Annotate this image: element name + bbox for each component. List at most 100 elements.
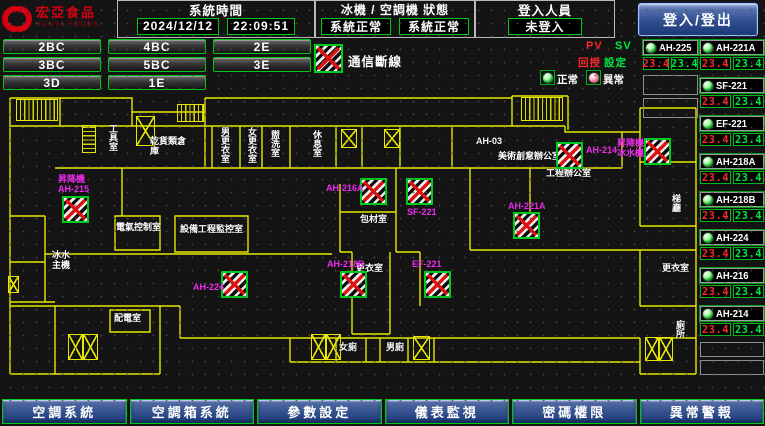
floor-button-1e[interactable]: 1E: [108, 75, 206, 90]
unit-sv-value: 23.4: [733, 133, 764, 146]
unit-pv-value: 23.4: [700, 95, 731, 108]
sv-column-header: SV: [615, 40, 632, 52]
shaft-x-icon: [68, 334, 83, 360]
floor-button-5bc[interactable]: 5BC: [108, 57, 206, 72]
comm-fail-icon[interactable]: [360, 178, 387, 205]
shaft-x-icon: [83, 334, 98, 360]
unit-ah-218b[interactable]: AH-218B: [700, 192, 764, 207]
shaft-x-icon: [413, 336, 430, 360]
room-label: 女更衣室: [247, 127, 256, 163]
brand-name-en: HUNYA FOODS: [36, 19, 99, 31]
comm-fail-icon[interactable]: [556, 142, 583, 169]
normal-led-legend: [540, 70, 555, 85]
unit-ah-225[interactable]: AH-225: [643, 40, 698, 55]
room-label: 男廁: [386, 342, 404, 352]
top-bar: 宏亞食品 HUNYA FOODS 系統時間 2024/12/12 22:09:5…: [0, 0, 765, 38]
comm-fail-icon[interactable]: [340, 271, 367, 298]
floor-button-2bc[interactable]: 2BC: [3, 39, 101, 54]
room-label: AH-03: [476, 136, 502, 146]
red-x-icon: [426, 273, 449, 296]
red-x-icon: [342, 273, 365, 296]
unit-sv-value: 23.4: [733, 323, 764, 336]
unit-ah-216[interactable]: AH-216: [700, 268, 764, 283]
unit-ah-224[interactable]: AH-224: [700, 230, 764, 245]
comm-fail-icon[interactable]: [424, 271, 451, 298]
nav-button[interactable]: 空調系統: [2, 399, 127, 424]
shaft-x-icon: [341, 129, 357, 148]
comm-fail-legend-icon: [314, 44, 343, 73]
red-x-icon: [362, 180, 385, 203]
login-logout-button[interactable]: 登入/登出: [638, 3, 758, 36]
login-section: 登入人員 未登入: [475, 0, 615, 38]
unit-name-label: AH-221A: [716, 42, 755, 54]
unit-led-icon: [702, 156, 714, 168]
abnormal-led-legend: [586, 70, 601, 85]
setpoint-column-header: 設定: [604, 55, 627, 70]
equipment-tag: AH-218B: [327, 260, 365, 270]
pink-led-icon: [588, 72, 600, 84]
nav-button[interactable]: 儀表監視: [385, 399, 510, 424]
room-label: 工具室: [108, 124, 117, 151]
room-label: 廁所: [675, 320, 684, 338]
unit-pv-value: 23.4: [700, 57, 731, 70]
login-user-value: 未登入: [508, 18, 582, 35]
shaft-x-icon: [659, 337, 673, 361]
green-led-icon: [542, 72, 554, 84]
room-label: 男更衣室: [220, 127, 229, 163]
equipment-tag: 昇降機冰水機: [617, 139, 644, 158]
unit-pv-value: 23.4: [700, 247, 731, 260]
equipment-tag: AH-214: [586, 146, 617, 156]
comm-fail-icon[interactable]: [513, 212, 540, 239]
spare-panel: [700, 360, 764, 375]
shaft-symbol: [341, 129, 357, 148]
stair-icon: [177, 104, 204, 122]
unit-pv-value: 23.4: [700, 209, 731, 222]
bottom-nav-bar: 空調系統空調箱系統參數設定儀表監視密碼權限異常警報: [2, 399, 764, 424]
unit-sf-221[interactable]: SF-221: [700, 78, 764, 93]
comm-fail-icon[interactable]: [644, 138, 671, 165]
unit-pv-value: 23.4: [700, 285, 731, 298]
unit-pv-value: 23.4: [643, 57, 669, 70]
shaft-symbol: [645, 337, 673, 361]
nav-button[interactable]: 參數設定: [257, 399, 382, 424]
floor-button-3bc[interactable]: 3BC: [3, 57, 101, 72]
equipment-tag: AH-224: [193, 283, 224, 293]
comm-fail-icon[interactable]: [62, 196, 89, 223]
red-x-icon: [316, 46, 341, 71]
nav-button[interactable]: 密碼權限: [512, 399, 637, 424]
system-time-section: 系統時間 2024/12/12 22:09:51: [117, 0, 315, 38]
unit-sv-value: 23.4: [733, 57, 764, 70]
chiller-status-value: 系統正常: [321, 18, 391, 35]
hmi-screen: { "header": { "brand": "宏亞食品", "brand_en…: [0, 0, 765, 426]
abnormal-legend-label: 異常: [603, 72, 624, 87]
login-person-label: 登入人員: [476, 1, 614, 17]
equipment-tag: EF-221: [412, 260, 442, 270]
unit-ah-218a[interactable]: AH-218A: [700, 154, 764, 169]
comm-fail-icon[interactable]: [221, 271, 248, 298]
shaft-symbol: [8, 276, 19, 293]
nav-button[interactable]: 空調箱系統: [130, 399, 255, 424]
room-label: 更衣室: [662, 263, 689, 273]
unit-name-label: SF-221: [716, 80, 747, 92]
floor-button-3e[interactable]: 3E: [213, 57, 311, 72]
shaft-x-icon: [311, 334, 326, 360]
spare-panel: [643, 75, 698, 95]
red-x-icon: [646, 140, 669, 163]
unit-ah-221a[interactable]: AH-221A: [700, 40, 764, 55]
feedback-column-header: 回授: [578, 55, 601, 70]
pv-column-header: PV: [586, 40, 603, 52]
comm-fail-icon[interactable]: [406, 178, 433, 205]
unit-led-icon: [702, 80, 714, 92]
floor-button-2e[interactable]: 2E: [213, 39, 311, 54]
floor-button-3d[interactable]: 3D: [3, 75, 101, 90]
system-date-value: 2024/12/12: [137, 18, 219, 35]
unit-ef-221[interactable]: EF-221: [700, 116, 764, 131]
spare-panel: [643, 98, 698, 118]
unit-ah-214[interactable]: AH-214: [700, 306, 764, 321]
shaft-symbol: [384, 129, 400, 148]
floor-button-4bc[interactable]: 4BC: [108, 39, 206, 54]
unit-led-icon: [702, 270, 714, 282]
red-x-icon: [515, 214, 538, 237]
nav-button[interactable]: 異常警報: [640, 399, 765, 424]
machine-status-section: 冰機 / 空調機 狀態 系統正常 系統正常: [315, 0, 475, 38]
